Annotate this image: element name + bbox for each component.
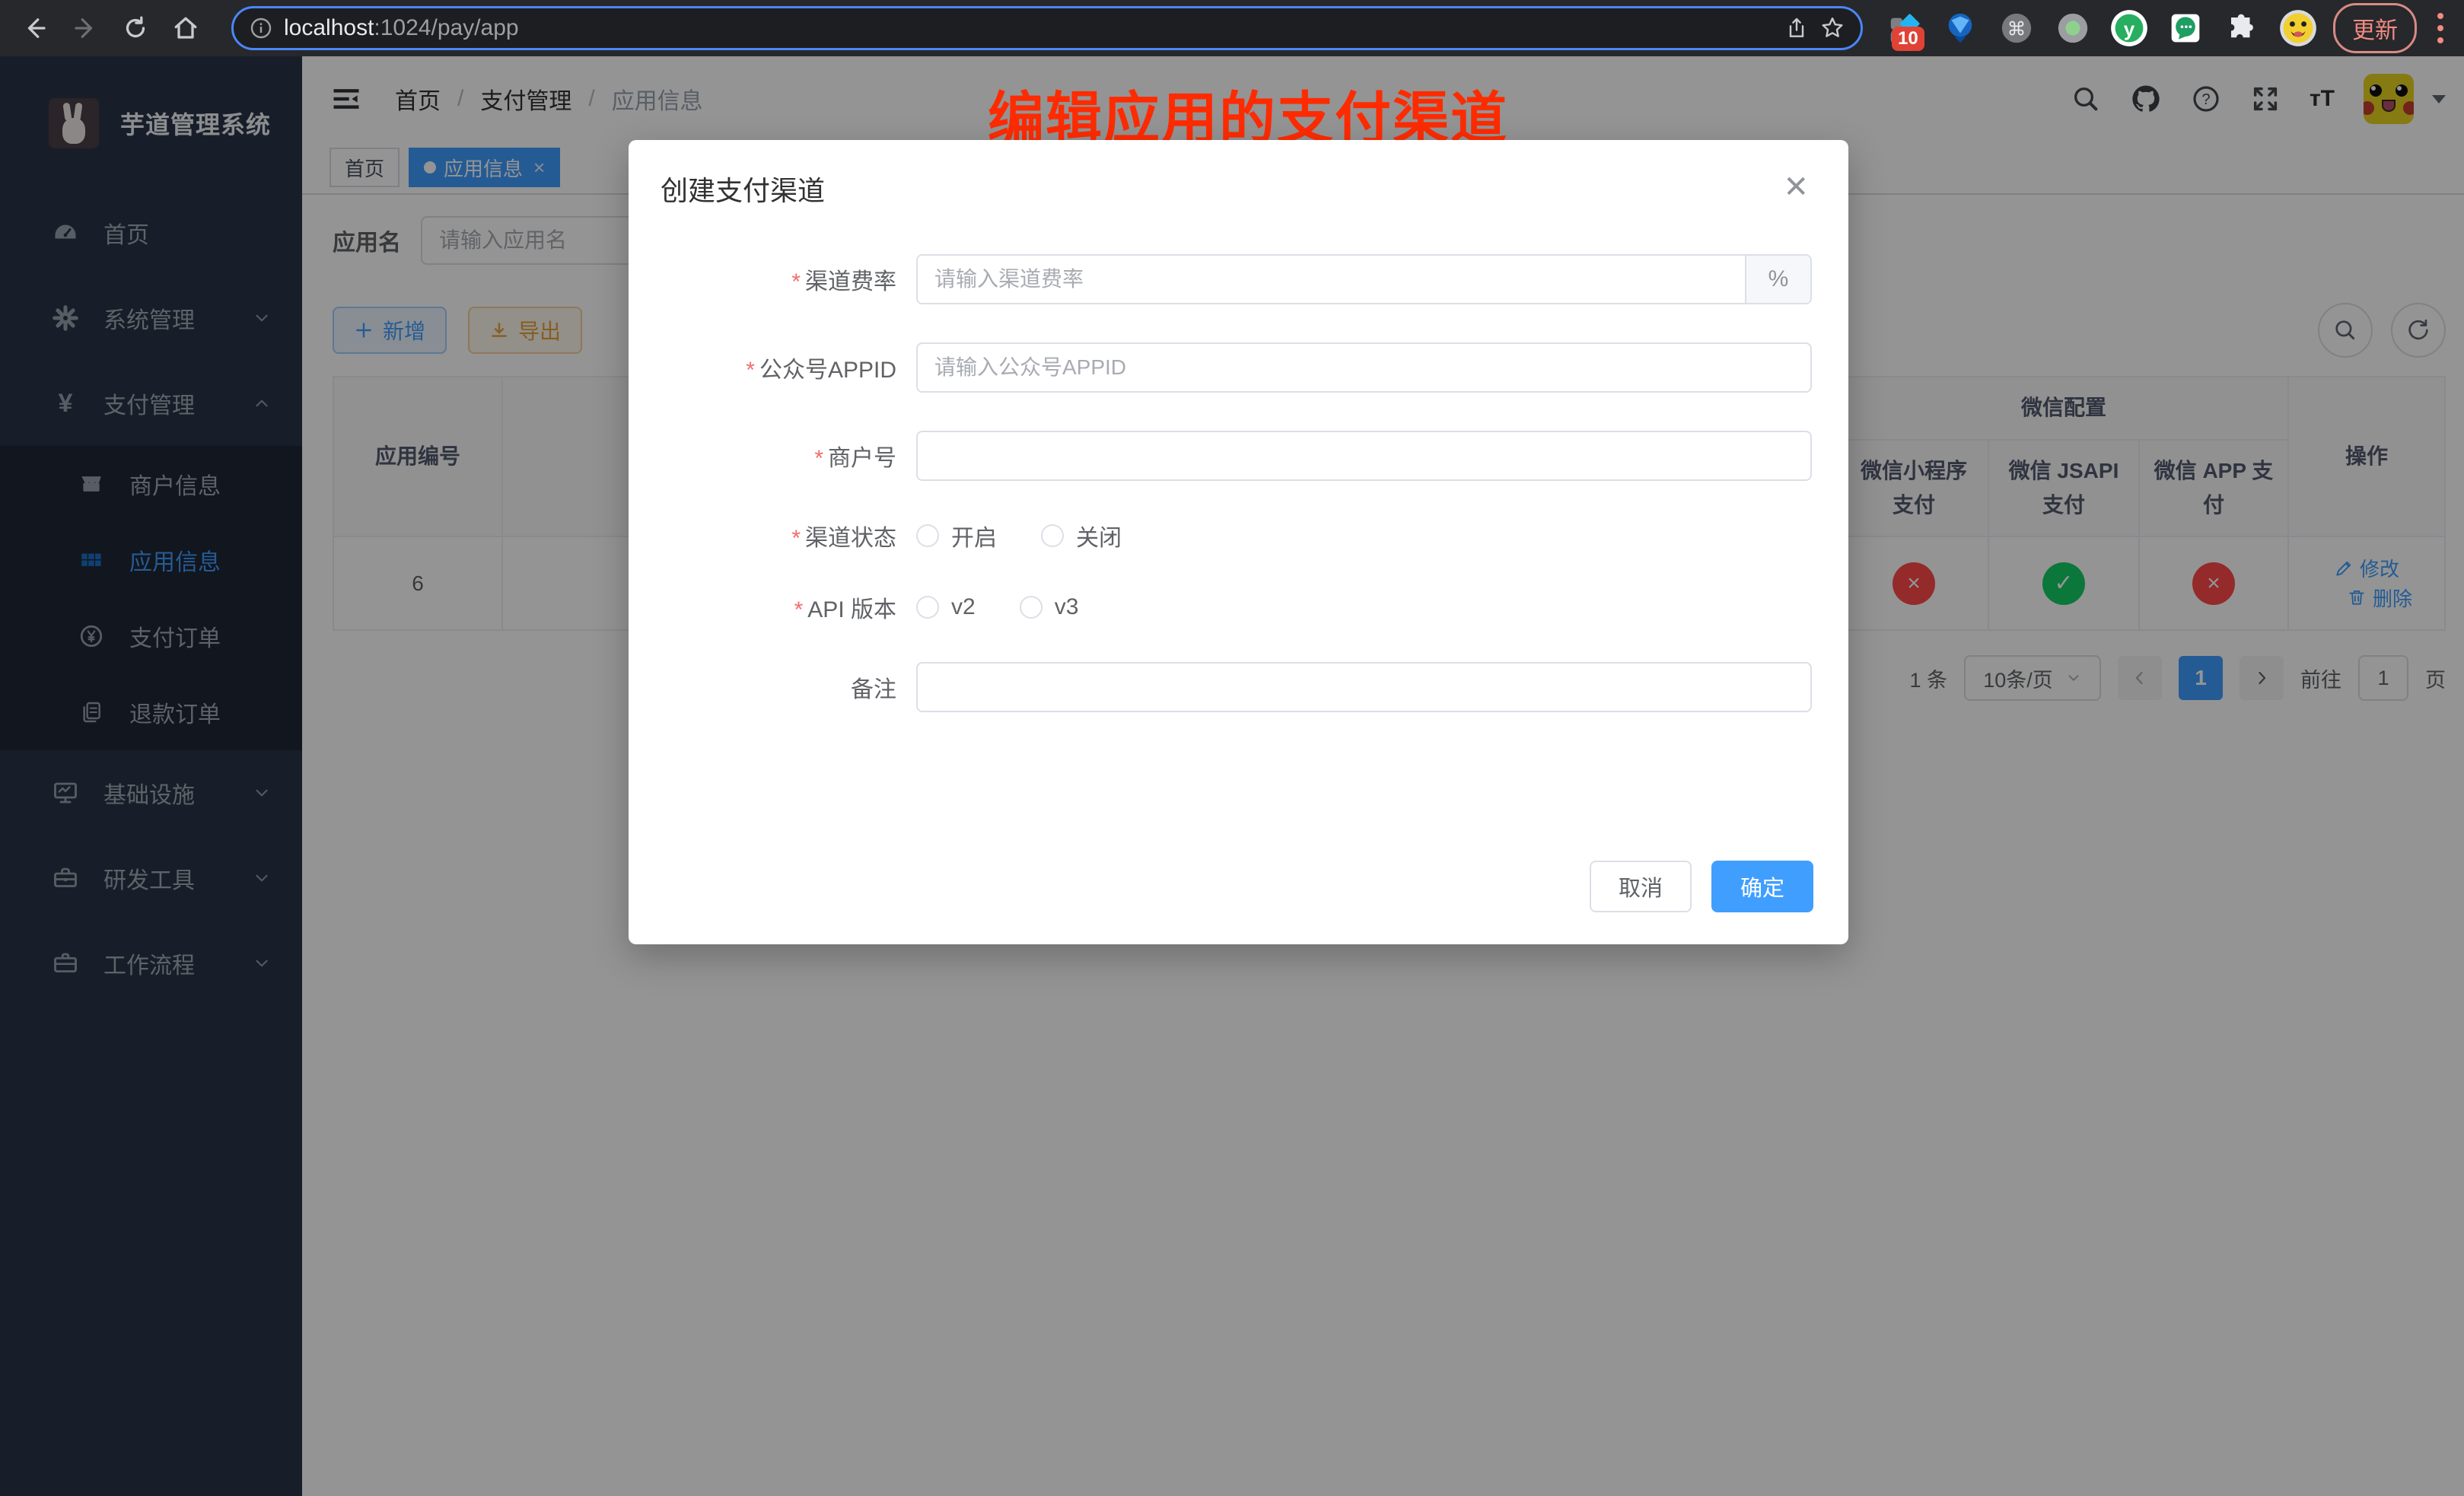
extension-badge: 10 xyxy=(1892,27,1924,51)
screen: localhost:1024/pay/app 10 ⌘ y xyxy=(0,0,2464,1496)
radio-icon xyxy=(916,524,939,547)
field-api-version: API 版本 v2 v3 xyxy=(629,590,1848,624)
field-mp-appid: 公众号APPID xyxy=(629,342,1848,393)
field-channel-rate: 渠道费率 % xyxy=(629,254,1848,304)
dialog-form: 渠道费率 % 公众号APPID 商户号 xyxy=(629,254,1848,750)
browser-extensions: 10 ⌘ y xyxy=(1884,8,2318,48)
extensions-puzzle-icon[interactable] xyxy=(2222,8,2262,48)
browser-back-button[interactable] xyxy=(14,7,56,49)
radio-icon xyxy=(916,596,939,619)
browser-forward-button[interactable] xyxy=(64,7,107,49)
field-remark: 备注 xyxy=(629,662,1848,712)
status-closed-radio[interactable]: 关闭 xyxy=(1041,519,1122,552)
browser-menu-icon[interactable] xyxy=(2435,13,2446,43)
remark-input[interactable] xyxy=(916,662,1812,712)
site-info-icon[interactable] xyxy=(249,16,273,40)
radio-icon xyxy=(1020,596,1043,619)
url-bar[interactable]: localhost:1024/pay/app xyxy=(231,6,1863,50)
extension-y-icon[interactable]: y xyxy=(2109,8,2149,48)
bookmark-star-icon[interactable] xyxy=(1819,15,1845,41)
forward-icon xyxy=(76,20,91,37)
confirm-button[interactable]: 确定 xyxy=(1711,861,1813,912)
svg-text:y: y xyxy=(2124,18,2135,40)
extension-blocks-icon[interactable]: 10 xyxy=(1884,8,1924,48)
share-icon[interactable] xyxy=(1784,16,1809,40)
home-icon xyxy=(176,18,196,37)
extension-green-dot-icon[interactable] xyxy=(2053,8,2093,48)
dialog-title: 创建支付渠道 xyxy=(661,169,825,208)
field-merchant-id: 商户号 xyxy=(629,431,1848,481)
extension-chat-icon[interactable] xyxy=(2166,8,2205,48)
api-v3-radio[interactable]: v3 xyxy=(1020,594,1079,620)
cancel-button[interactable]: 取消 xyxy=(1590,861,1692,912)
browser-reload-button[interactable] xyxy=(114,7,157,49)
merchant-id-input[interactable] xyxy=(916,431,1812,481)
api-v2-radio[interactable]: v2 xyxy=(916,594,976,620)
profile-avatar-icon[interactable] xyxy=(2278,8,2318,48)
browser-toolbar: localhost:1024/pay/app 10 ⌘ y xyxy=(0,0,2464,56)
svg-text:⌘: ⌘ xyxy=(2007,19,2026,40)
channel-rate-input[interactable] xyxy=(918,256,1745,303)
browser-update-button[interactable]: 更新 xyxy=(2333,3,2417,53)
create-pay-channel-dialog: 创建支付渠道 ✕ 渠道费率 % 公众号APPID 商户号 xyxy=(629,140,1848,944)
radio-icon xyxy=(1041,524,1064,547)
extension-command-icon[interactable]: ⌘ xyxy=(1997,8,2036,48)
status-open-radio[interactable]: 开启 xyxy=(916,519,997,552)
back-icon xyxy=(30,20,45,37)
browser-home-button[interactable] xyxy=(164,7,207,49)
dialog-close-icon[interactable]: ✕ xyxy=(1775,169,1816,205)
url-text: localhost:1024/pay/app xyxy=(284,15,519,41)
extension-gem-icon[interactable] xyxy=(1940,8,1980,48)
mp-appid-input[interactable] xyxy=(916,342,1812,393)
field-channel-status: 渠道状态 开启 关闭 xyxy=(629,519,1848,552)
percent-suffix: % xyxy=(1745,256,1810,303)
